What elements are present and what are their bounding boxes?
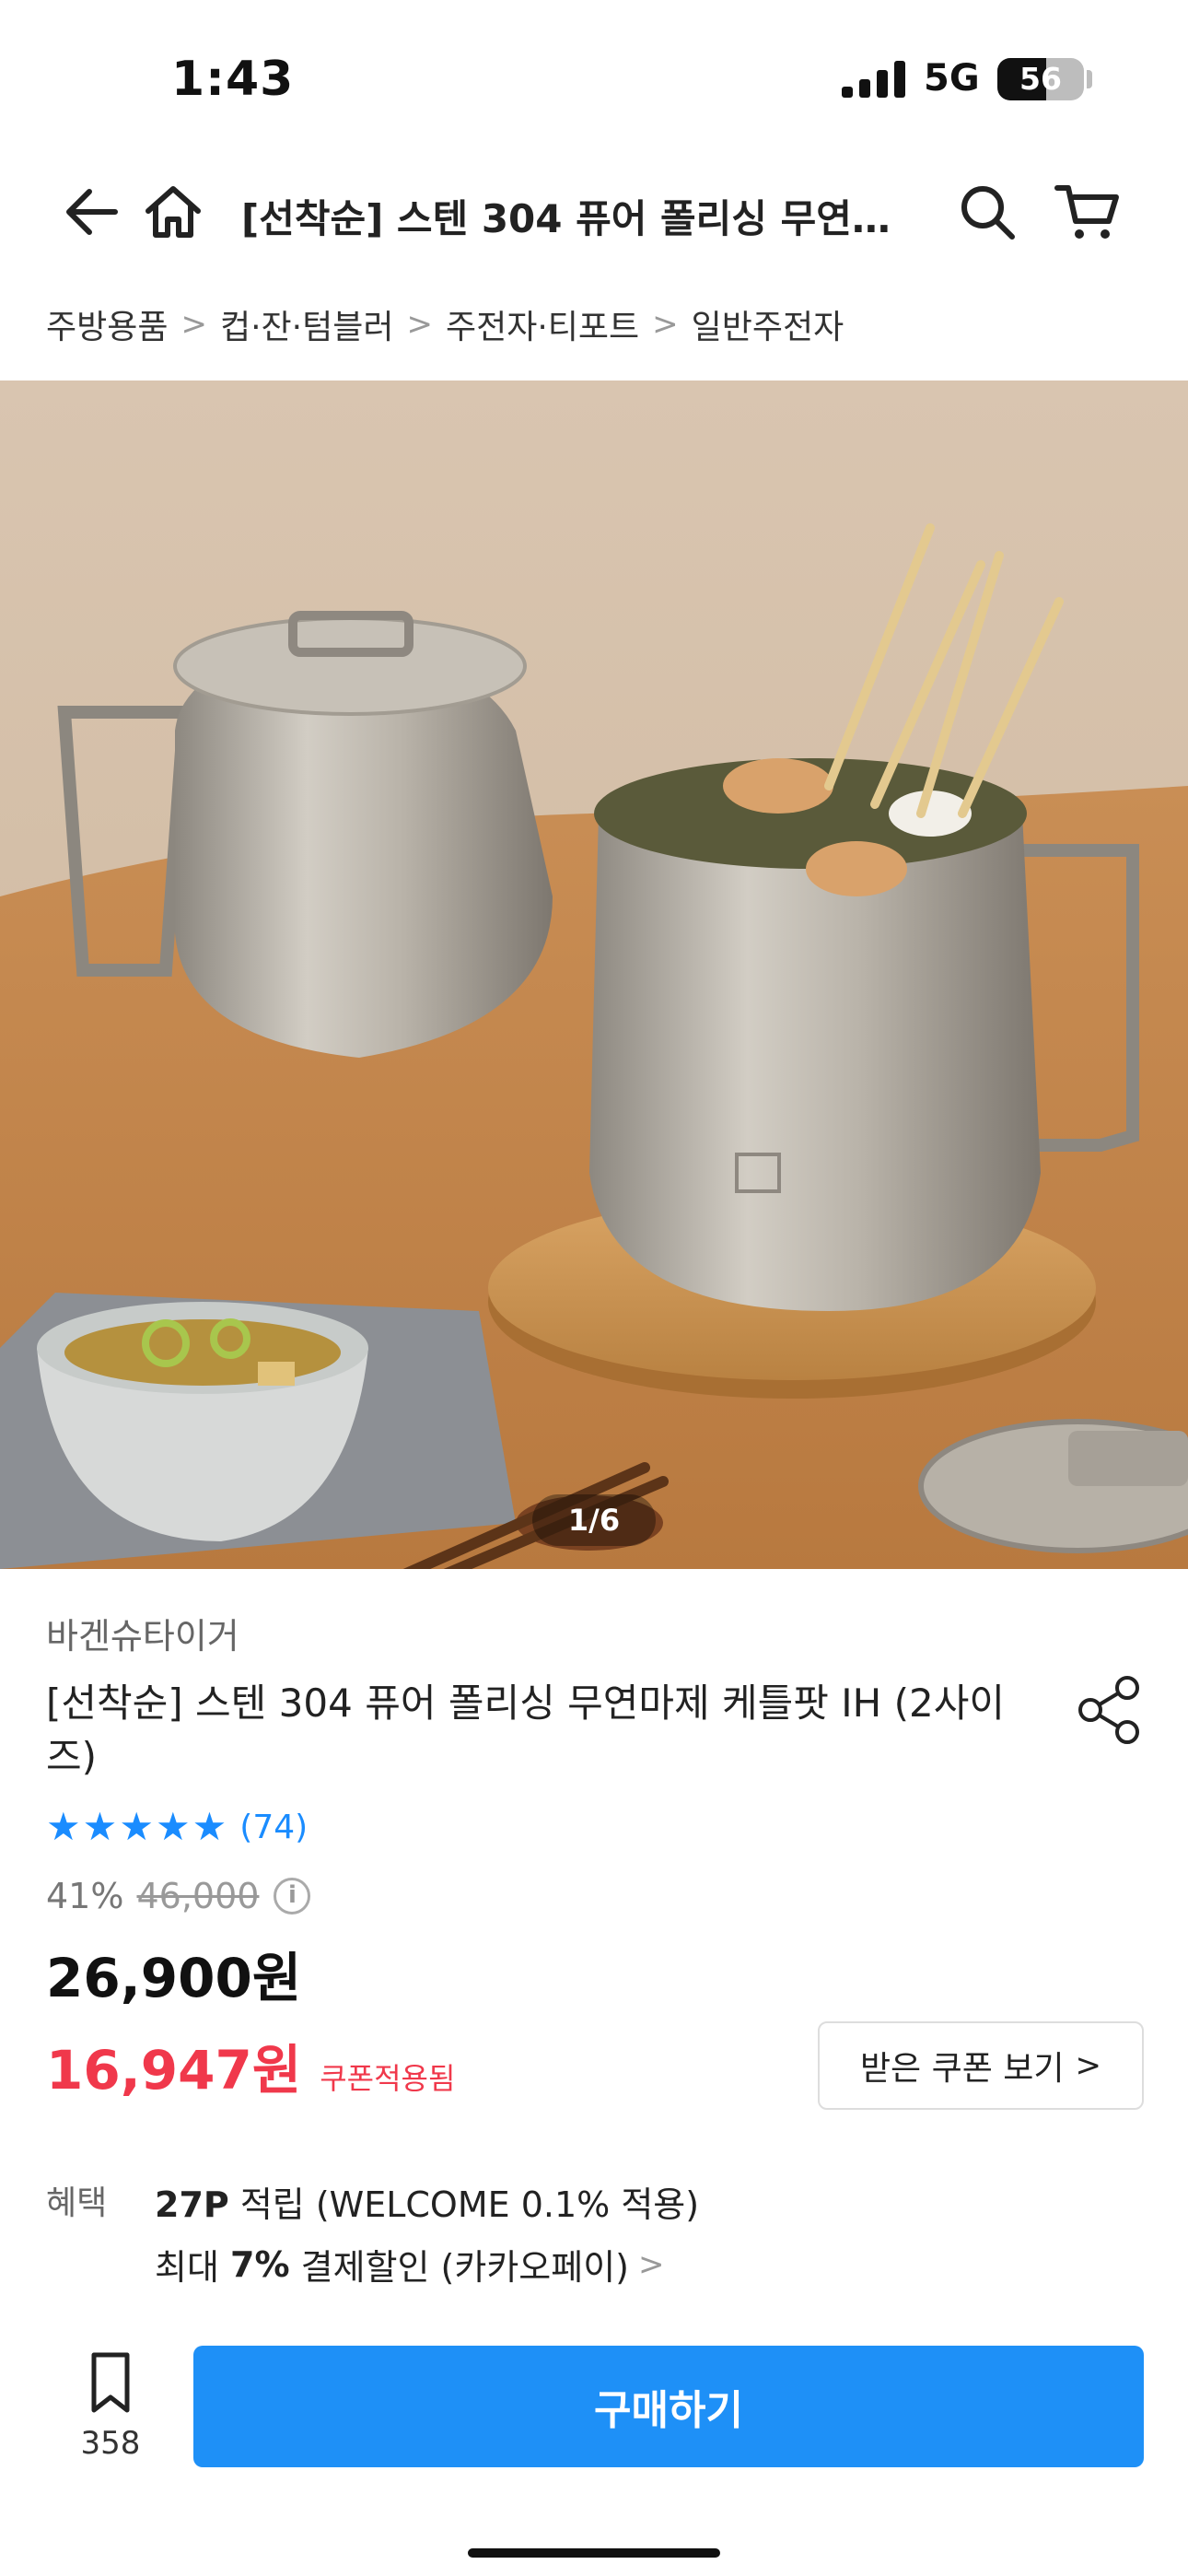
view-coupons-label: 받은 쿠폰 보기 — [859, 2050, 1065, 2088]
discount-row: 41% 46,000 i — [46, 1876, 311, 1916]
bookmark-icon — [91, 2352, 130, 2413]
star-icon: ★ — [82, 1804, 118, 1849]
signal-icon — [842, 61, 905, 98]
bookmark-button[interactable]: 358 — [64, 2348, 157, 2462]
payment-discount-rate: 7% — [230, 2243, 290, 2285]
breadcrumb-item[interactable]: 주전자·티포트 — [446, 300, 639, 348]
coupon-applied-label: 쿠폰적용됨 — [320, 2061, 456, 2096]
star-icon: ★ — [46, 1804, 81, 1849]
network-type: 5G — [924, 57, 980, 100]
home-button[interactable] — [136, 175, 210, 249]
chevron-right-icon: > — [638, 2245, 665, 2283]
breadcrumb: 주방용품 > 컵·잔·텀블러 > 주전자·티포트 > 일반주전자 — [46, 297, 844, 352]
payment-discount-detail: 결제할인 (카카오페이) — [300, 2247, 629, 2288]
battery-tip — [1087, 70, 1092, 88]
breadcrumb-item[interactable]: 컵·잔·텀블러 — [220, 300, 394, 348]
product-title: [선착순] 스텐 304 퓨어 폴리싱 무연마제 케틀팟 IH (2사이즈) — [46, 1680, 1005, 1779]
original-price: 46,000 — [136, 1876, 260, 1916]
coupon-price: 16,947원 — [46, 2039, 302, 2102]
view-coupons-button[interactable]: 받은 쿠폰 보기 > — [818, 2021, 1144, 2110]
payment-discount-benefit[interactable]: 최대 7% 결제할인 (카카오페이) > — [155, 2239, 665, 2289]
rating-stars: ★ ★ ★ ★ ★ — [46, 1804, 228, 1850]
star-icon: ★ — [119, 1804, 154, 1849]
chevron-right-icon: > — [1075, 2047, 1102, 2084]
home-indicator — [468, 2548, 720, 2558]
star-icon: ★ — [155, 1804, 191, 1849]
payment-discount-prefix: 최대 — [155, 2247, 219, 2288]
chevron-right-icon: > — [652, 306, 679, 343]
bookmark-count: 358 — [80, 2425, 141, 2462]
back-arrow-icon — [66, 189, 118, 235]
search-button[interactable] — [950, 175, 1024, 249]
breadcrumb-item[interactable]: 일반주전자 — [692, 300, 844, 348]
buy-button[interactable]: 구매하기 — [193, 2346, 1144, 2467]
back-button[interactable] — [55, 175, 129, 249]
status-time: 1:43 — [171, 52, 295, 107]
cart-button[interactable] — [1052, 175, 1125, 249]
points-detail: 적립 (WELCOME 0.1% 적용) — [228, 2184, 700, 2225]
home-icon — [146, 186, 201, 238]
battery-percent: 56 — [1019, 61, 1062, 97]
rating[interactable]: ★ ★ ★ ★ ★ (74) — [46, 1804, 308, 1850]
sale-price: 26,900원 — [46, 1947, 302, 2009]
breadcrumb-item[interactable]: 주방용품 — [46, 300, 168, 348]
status-bar: 1:43 5G 56 — [0, 0, 1188, 157]
battery-icon: 56 — [997, 58, 1084, 100]
search-icon — [961, 186, 1015, 240]
chevron-right-icon: > — [181, 306, 207, 343]
chevron-right-icon: > — [406, 306, 433, 343]
share-icon — [1078, 1676, 1139, 1744]
product-photo — [0, 381, 1188, 1569]
points-benefit: 27P 적립 (WELCOME 0.1% 적용) — [155, 2176, 699, 2227]
benefits-label: 혜택 — [46, 2184, 108, 2222]
review-count[interactable]: (74) — [239, 1809, 308, 1846]
nav-bar: [선착순] 스텐 304 퓨어 폴리싱 무연마... — [0, 157, 1188, 267]
star-icon: ★ — [192, 1804, 227, 1849]
image-pager: 1/6 — [532, 1494, 656, 1546]
points-amount: 27P — [155, 2184, 229, 2225]
coupon-price-row: 16,947원 쿠폰적용됨 — [46, 2027, 455, 2104]
share-button[interactable] — [1076, 1675, 1146, 1745]
seller-name[interactable]: 바겐슈타이거 — [46, 1608, 239, 1658]
info-icon[interactable]: i — [274, 1878, 311, 1914]
product-image-carousel[interactable] — [0, 381, 1188, 1569]
cart-icon — [1054, 185, 1119, 239]
page-title: [선착순] 스텐 304 퓨어 폴리싱 무연마... — [241, 196, 923, 241]
discount-rate: 41% — [46, 1876, 124, 1916]
